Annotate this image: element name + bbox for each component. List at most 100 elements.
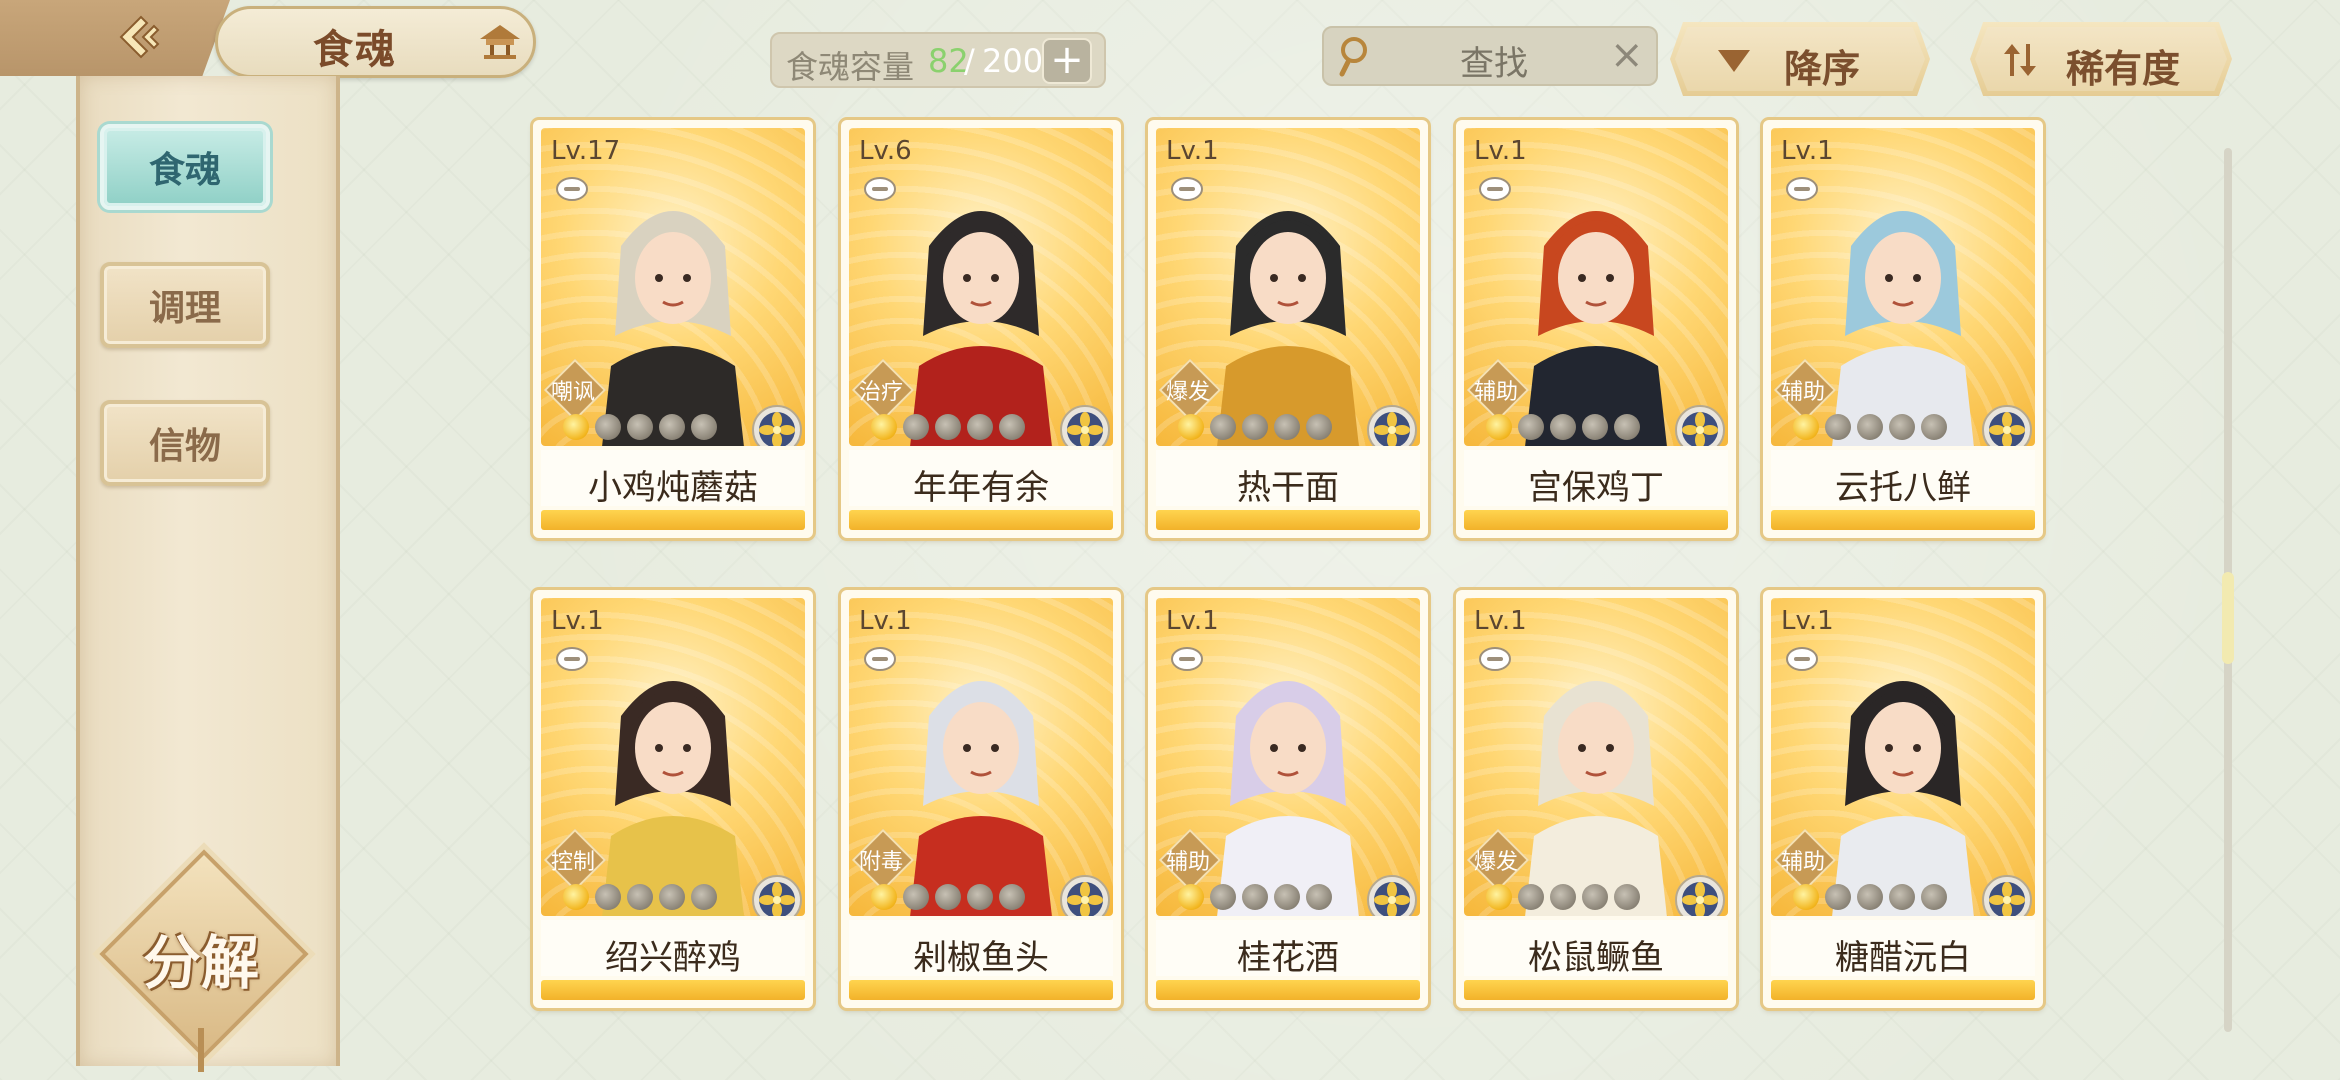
- character-figure: [1832, 681, 1974, 916]
- lock-icon[interactable]: [1170, 646, 1204, 672]
- card-name: 绍兴醉鸡: [605, 938, 741, 978]
- star-icon: [1582, 884, 1608, 910]
- star-icon: [1178, 414, 1204, 440]
- capacity-current: 82: [928, 42, 969, 80]
- star-icon: [1486, 414, 1512, 440]
- flower-icon: [1367, 875, 1417, 916]
- search-icon: [1339, 37, 1367, 77]
- clear-search-icon[interactable]: ×: [1610, 32, 1644, 78]
- star-icon: [691, 884, 717, 910]
- star-icon: [999, 414, 1025, 440]
- role-badge: 辅助: [1466, 358, 1530, 422]
- card-footer: [1156, 510, 1420, 530]
- search-placeholder: 查找: [1460, 44, 1528, 84]
- decompose-button[interactable]: 分解: [99, 849, 309, 1059]
- food-soul-card[interactable]: Lv.1 爆发 松鼠鳜鱼: [1456, 590, 1736, 1008]
- food-soul-card[interactable]: Lv.17 嘲讽 小鸡炖蘑菇: [533, 120, 813, 538]
- sidebar-tab-food-souls[interactable]: 食魂: [100, 124, 270, 210]
- star-icon: [871, 414, 897, 440]
- card-name-band: 桂花酒: [1156, 920, 1420, 978]
- sidebar-tab-label: 信物: [148, 426, 221, 467]
- star-icon: [935, 414, 961, 440]
- lock-icon[interactable]: [863, 646, 897, 672]
- lock-icon[interactable]: [555, 176, 589, 202]
- star-icon: [1793, 414, 1819, 440]
- lock-icon[interactable]: [1478, 176, 1512, 202]
- page-title: 食魂: [313, 27, 397, 73]
- sidebar-tab-tokens[interactable]: 信物: [100, 400, 270, 486]
- food-soul-card[interactable]: Lv.1 辅助云托八鲜: [1763, 120, 2043, 538]
- card-footer: [541, 980, 805, 1000]
- star-icon: [967, 414, 993, 440]
- flower-icon: [1675, 875, 1725, 916]
- star-icon: [935, 884, 961, 910]
- rarity-stars: [1793, 414, 1947, 440]
- food-soul-card[interactable]: Lv.1 辅助 糖醋沅白: [1763, 590, 2043, 1008]
- role-badge: 治疗: [851, 358, 915, 422]
- rarity-stars: [563, 414, 717, 440]
- scrollbar-thumb[interactable]: [2222, 572, 2234, 664]
- role-badge: 控制: [543, 828, 607, 892]
- character-portrait: Lv.1 辅助: [1771, 128, 2035, 446]
- food-soul-card[interactable]: Lv.1 控制绍兴醉鸡: [533, 590, 813, 1008]
- food-soul-card[interactable]: Lv.1 辅助桂花酒: [1148, 590, 1428, 1008]
- card-footer: [1771, 510, 2035, 530]
- sort-rarity-button[interactable]: 稀有度: [1970, 22, 2232, 96]
- lock-icon[interactable]: [555, 646, 589, 672]
- star-icon: [595, 884, 621, 910]
- character-figure: [910, 681, 1052, 916]
- star-icon: [1518, 414, 1544, 440]
- flower-icon: [1367, 405, 1417, 446]
- card-name: 松鼠鳜鱼: [1528, 938, 1664, 978]
- star-icon: [1857, 414, 1883, 440]
- card-name: 小鸡炖蘑菇: [588, 468, 758, 508]
- back-button[interactable]: [0, 0, 230, 76]
- card-level: Lv.1: [1781, 606, 1834, 636]
- star-icon: [1178, 884, 1204, 910]
- star-icon: [1614, 884, 1640, 910]
- card-level: Lv.1: [551, 606, 604, 636]
- food-soul-card[interactable]: Lv.1 爆发 热干面: [1148, 120, 1428, 538]
- lock-icon[interactable]: [1785, 176, 1819, 202]
- character-figure: [1217, 211, 1359, 446]
- sort-order-button[interactable]: 降序: [1670, 22, 1930, 96]
- lock-icon[interactable]: [863, 176, 897, 202]
- sidebar-tab-conditioning[interactable]: 调理: [100, 262, 270, 348]
- rarity-stars: [1486, 884, 1640, 910]
- food-soul-card[interactable]: Lv.1 附毒 剁椒鱼头: [841, 590, 1121, 1008]
- card-name: 云托八鲜: [1835, 468, 1971, 508]
- star-icon: [1306, 414, 1332, 440]
- triangle-down-icon: [1718, 50, 1750, 72]
- star-icon: [1486, 884, 1512, 910]
- card-footer: [1464, 980, 1728, 1000]
- food-soul-card[interactable]: Lv.1 辅助 宫保鸡丁: [1456, 120, 1736, 538]
- star-icon: [1242, 414, 1268, 440]
- star-icon: [1793, 884, 1819, 910]
- character-portrait: Lv.1 控制: [541, 598, 805, 916]
- lock-icon[interactable]: [1170, 176, 1204, 202]
- star-icon: [1210, 414, 1236, 440]
- rarity-stars: [1486, 414, 1640, 440]
- food-soul-card[interactable]: Lv.6 治疗 年年有余: [841, 120, 1121, 538]
- role-label: 辅助: [1780, 850, 1825, 875]
- card-name-band: 剁椒鱼头: [849, 920, 1113, 978]
- flower-icon: [1982, 875, 2032, 916]
- search-box[interactable]: 查找 ×: [1322, 26, 1658, 86]
- card-level: Lv.1: [1166, 606, 1219, 636]
- swap-arrows-icon: [2004, 44, 2036, 76]
- star-icon: [903, 884, 929, 910]
- role-label: 爆发: [1165, 380, 1210, 405]
- lock-icon[interactable]: [1478, 646, 1512, 672]
- star-icon: [1825, 884, 1851, 910]
- star-icon: [1825, 414, 1851, 440]
- card-name-band: 松鼠鳜鱼: [1464, 920, 1728, 978]
- expand-capacity-button[interactable]: +: [1042, 38, 1092, 84]
- star-icon: [659, 884, 685, 910]
- lock-icon[interactable]: [1785, 646, 1819, 672]
- role-label: 辅助: [1473, 380, 1518, 405]
- role-badge: 辅助: [1158, 828, 1222, 892]
- card-footer: [541, 510, 805, 530]
- capacity-separator: /: [964, 42, 975, 80]
- card-name-band: 年年有余: [849, 450, 1113, 508]
- pavilion-icon[interactable]: [478, 21, 522, 61]
